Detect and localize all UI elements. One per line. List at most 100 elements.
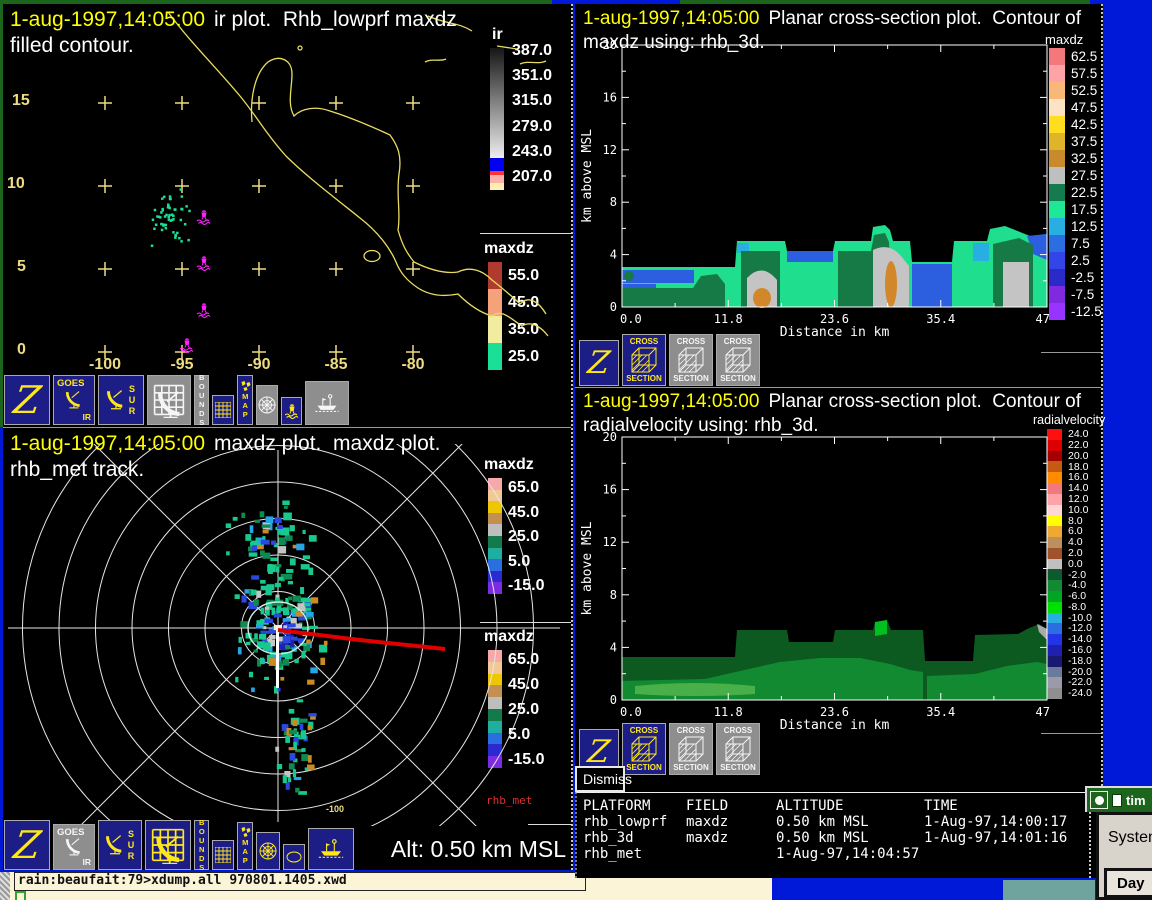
grid-button[interactable]: [212, 395, 234, 425]
grid-button[interactable]: [212, 840, 234, 870]
circle-icon: [286, 851, 302, 863]
ship-icon: [315, 394, 339, 413]
ship-button[interactable]: [308, 828, 354, 870]
panel-title-line2: rhb_met track.: [10, 458, 144, 482]
grid-icon: [215, 847, 231, 863]
radialvelocity-contour: [622, 620, 1047, 700]
radar-dish-icon: [106, 390, 126, 410]
day-button[interactable]: Day: [1104, 868, 1152, 898]
polar-grid-icon: [259, 842, 277, 860]
y-axis-tick: 4: [610, 640, 617, 654]
time-window-titlebar[interactable]: tim: [1085, 786, 1152, 812]
y-axis-tick: 8: [610, 588, 617, 602]
map-y-tick: 10: [7, 175, 25, 193]
y-axis-tick: 16: [603, 90, 617, 104]
desktop: 1-aug-1997,14:05:00ir plot. Rhb_lowprf m…: [0, 0, 1152, 900]
y-axis-tick: 8: [610, 195, 617, 209]
plot-timestamp: 1-aug-1997,14:05:00: [10, 8, 205, 31]
map-x-tick: -100: [75, 356, 135, 374]
ship-icon: [318, 839, 344, 859]
cross-section-button[interactable]: CROSS SECTION: [669, 723, 713, 775]
terminal-cursor: [15, 891, 26, 900]
panel-title-line2: radialvelocity using: rhb_3d.: [583, 415, 819, 437]
map-y-tick: 0: [17, 341, 26, 359]
goes-ir-button[interactable]: GOES IR: [53, 824, 95, 870]
document-icon: [1112, 794, 1122, 807]
cross-section-button[interactable]: CROSS SECTION: [716, 723, 760, 775]
cross-section-button[interactable]: CROSS SECTION: [716, 334, 760, 386]
map-icon: [240, 381, 251, 391]
map-panel-toolbar: Z GOES IR SUR BOUNDS MAP: [4, 373, 349, 425]
bounds-button[interactable]: BOUNDS: [194, 375, 209, 425]
surveillance-radar-button[interactable]: SUR: [98, 820, 142, 870]
map-x-tick: -95: [152, 356, 212, 374]
radar-dish-icon: [105, 835, 125, 855]
surveillance-radar-button[interactable]: SUR: [98, 375, 144, 425]
wm-edge-green: [0, 4, 3, 427]
map-icon: [240, 827, 251, 837]
map-x-tick: -90: [229, 356, 289, 374]
zebra-logo-button[interactable]: Z: [4, 375, 50, 425]
buoy-markers: [180, 210, 210, 353]
radar-ppi-plot[interactable]: [0, 444, 571, 826]
buoy-icon: [285, 404, 299, 419]
panel-title: 1-aug-1997,14:05:00ir plot. Rhb_lowprf m…: [10, 8, 457, 32]
map-y-tick: 5: [17, 258, 26, 276]
map-overlay-button[interactable]: MAP: [237, 822, 253, 870]
zebra-logo-button[interactable]: Z: [4, 820, 50, 870]
panel-divider: [575, 387, 1101, 388]
dismiss-button[interactable]: Dismiss: [575, 766, 625, 792]
table-row: rhb_3dmaxdz0.50 km MSL1-Aug-97,14:01:16: [577, 830, 1089, 846]
y-axis-label: km above MSL: [580, 521, 595, 615]
radar-grid-button[interactable]: [145, 820, 191, 870]
y-axis-tick: 12: [603, 535, 617, 549]
bounds-button[interactable]: BOUNDS: [194, 820, 209, 870]
panel-title: 1-aug-1997,14:05:00Planar cross-section …: [583, 391, 1081, 413]
left-graphics-window: 1-aug-1997,14:05:00ir plot. Rhb_lowprf m…: [0, 4, 573, 870]
x-axis-tick: 11.8: [714, 312, 743, 326]
circle-button[interactable]: [283, 844, 305, 870]
map-overlay-button[interactable]: MAP: [237, 375, 253, 425]
window-menu-button[interactable]: [1090, 791, 1108, 809]
cross-section-button-active[interactable]: CROSS SECTION: [622, 334, 666, 386]
cube-icon: [677, 735, 705, 763]
altitude-readout: Alt: 0.50 km MSL: [370, 836, 566, 863]
x-axis-tick: 35.4: [926, 705, 955, 719]
zebra-logo-button[interactable]: Z: [579, 340, 619, 386]
x-axis-tick: 0.0: [620, 312, 642, 326]
cube-icon: [677, 346, 705, 374]
radar-x-tick: -100: [326, 804, 344, 814]
map-x-tick: -80: [383, 356, 443, 374]
map-y-tick: 15: [12, 92, 30, 110]
cross-section-button[interactable]: CROSS SECTION: [669, 334, 713, 386]
y-axis-tick: 0: [610, 693, 617, 707]
buoy-button[interactable]: [281, 397, 302, 425]
x-axis-tick: 0.0: [620, 705, 642, 719]
cross-section-button-active[interactable]: CROSS SECTION: [622, 723, 666, 775]
terminal-window-edge: [0, 872, 10, 900]
radar-grid-button[interactable]: [147, 375, 191, 425]
x-axis-tick: 47: [1036, 312, 1050, 326]
terminal-prompt-line: rain:beaufait:79>xdump.all 970801.1405.x…: [14, 872, 586, 891]
satellite-map-plot[interactable]: [0, 4, 571, 372]
plot-timestamp: 1-aug-1997,14:05:00: [10, 432, 205, 455]
radar-grid-icon: [151, 826, 185, 864]
partial-window-fragment: [1003, 880, 1095, 900]
polar-grid-button[interactable]: [256, 385, 278, 425]
ship-button[interactable]: [305, 381, 349, 425]
cube-icon: [630, 735, 658, 763]
system-label: System: [1108, 829, 1152, 847]
y-axis-tick: 12: [603, 143, 617, 157]
table-header-row: PLATFORMFIELDALTITUDETIME: [577, 798, 1089, 814]
y-axis-tick: 0: [610, 300, 617, 314]
grid-icon: [215, 402, 231, 418]
ir-cloud-speckles: [151, 188, 191, 247]
table-row: rhb_met1-Aug-97,14:04:57: [577, 846, 1089, 862]
cube-icon: [724, 346, 752, 374]
radialvelocity-cross-section-plot[interactable]: 2016128400.011.823.635.447Distance in km…: [575, 389, 1103, 771]
panel-divider: [0, 427, 571, 428]
maxdz-cross-section-plot[interactable]: 2016128400.011.823.635.447Distance in km…: [575, 4, 1103, 386]
maxdz-contour: [622, 225, 1047, 308]
goes-ir-button[interactable]: GOES IR: [53, 375, 95, 425]
polar-grid-button[interactable]: [256, 832, 280, 870]
